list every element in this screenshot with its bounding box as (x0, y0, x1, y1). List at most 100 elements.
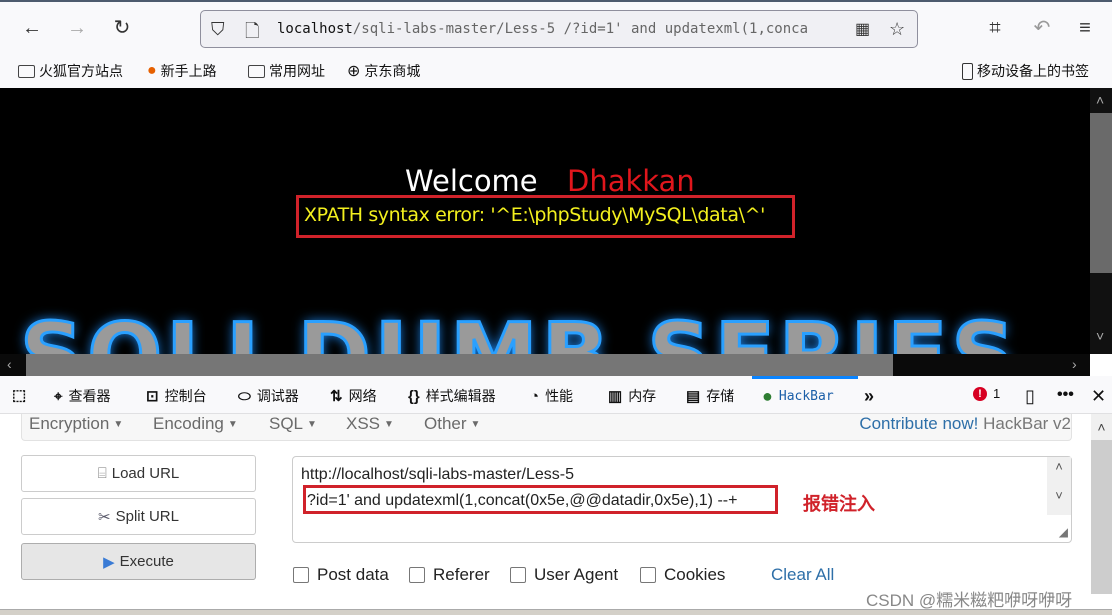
tab-memory[interactable]: ▥ 内存 (608, 386, 656, 406)
tab-style-editor[interactable]: {} 样式编辑器 (408, 386, 496, 406)
hackbar-menu-bar: Encryption ▼ Encoding ▼ SQL ▼ XSS ▼ Other ▼ C… (21, 414, 1072, 441)
hackbar-panel: Encryption ▼ Encoding ▼ SQL ▼ XSS ▼ Other ▼ C… (0, 414, 1112, 615)
menu-icon[interactable]: ≡ (1073, 16, 1097, 40)
menu-xss[interactable]: XSS ▼ (346, 414, 394, 434)
shield-icon[interactable]: ⛉ (211, 19, 225, 40)
payload-highlight-box (303, 485, 778, 514)
error-count[interactable]: ! 1 (973, 386, 1000, 401)
tab-network[interactable]: ⇅ 网络 (330, 386, 377, 406)
bookmark-item[interactable]: ● 新手上路 (147, 61, 217, 81)
more-options-icon[interactable]: ••• (1057, 386, 1074, 404)
annotation-label: 报错注入 (803, 494, 875, 515)
user-agent-checkbox[interactable]: User Agent (510, 565, 618, 585)
tab-label: 样式编辑器 (425, 388, 496, 404)
scrollbar-thumb[interactable] (26, 354, 893, 376)
tab-console[interactable]: ⊡ 控制台 (146, 386, 207, 406)
url-textarea[interactable]: http://localhost/sqli-labs-master/Less-5… (292, 456, 1072, 543)
responsive-mode-icon[interactable]: ▯ (1025, 386, 1035, 407)
error-count-value: 1 (993, 386, 1001, 401)
scrollbar-thumb[interactable] (1090, 113, 1112, 273)
referer-checkbox[interactable]: Referer (409, 565, 490, 585)
close-icon[interactable]: ✕ (1091, 386, 1106, 407)
bookmark-label: 火狐官方站点 (39, 63, 123, 79)
address-bar[interactable]: ⛉ 🗋 localhost/sqli-labs-master/Less-5 /?… (200, 10, 918, 48)
cookies-checkbox[interactable]: Cookies (640, 565, 725, 585)
element-picker-icon[interactable]: ⬚ (12, 386, 26, 404)
undo-icon[interactable]: ↶ (1030, 16, 1054, 40)
mobile-icon (962, 62, 973, 80)
contribute-text[interactable]: Contribute now! (859, 414, 978, 433)
scroll-up-icon[interactable]: ˄ (1047, 459, 1071, 474)
menu-label: Encryption (29, 414, 110, 433)
tab-storage[interactable]: ▤ 存储 (686, 386, 734, 406)
browser-toolbar: ← → ↻ ⛉ 🗋 localhost/sqli-labs-master/Les… (0, 0, 1112, 55)
play-icon: ▶ (103, 553, 115, 571)
bookmark-item[interactable]: ⊕ 京东商城 (347, 61, 420, 81)
tab-label: 调试器 (256, 388, 299, 404)
tab-debugger[interactable]: ⬭ 调试器 (238, 386, 299, 406)
page-vertical-scrollbar[interactable]: ˄ ˅ (1090, 88, 1112, 354)
checkbox[interactable] (409, 567, 425, 583)
scroll-down-icon[interactable]: ˅ (1096, 328, 1104, 344)
checkbox-label: Post data (317, 565, 389, 584)
mobile-bookmarks[interactable]: 移动设备上的书签 (962, 61, 1089, 81)
scroll-left-icon[interactable]: ‹ (7, 356, 12, 372)
bookmark-label: 常用网址 (269, 63, 325, 79)
checkbox[interactable] (640, 567, 656, 583)
checkbox[interactable] (510, 567, 526, 583)
tab-inspector[interactable]: ⌖ 查看器 (54, 386, 110, 406)
bookmark-item[interactable]: 火狐官方站点 (18, 61, 123, 81)
menu-sql[interactable]: SQL ▼ (269, 414, 317, 434)
menu-label: SQL (269, 414, 304, 433)
style-editor-icon: {} (408, 387, 420, 405)
reload-button[interactable]: ↻ (110, 16, 134, 40)
execute-button[interactable]: ▶ Execute (21, 543, 256, 580)
split-url-button[interactable]: ✂ Split URL (21, 498, 256, 535)
load-icon: ⌸ (97, 465, 107, 482)
username-text: Dhakkan (567, 164, 695, 198)
post-data-checkbox[interactable]: Post data (293, 565, 389, 585)
checkbox[interactable] (293, 567, 309, 583)
caret-down-icon: ▼ (470, 419, 481, 431)
qr-code-icon[interactable]: ▦ (855, 19, 870, 39)
menu-label: XSS (346, 414, 381, 433)
textarea-scrollbar[interactable]: ˄ ˅ (1047, 457, 1071, 515)
menu-other[interactable]: Other ▼ (424, 414, 480, 434)
console-icon: ⊡ (146, 388, 159, 405)
star-icon[interactable]: ☆ (889, 19, 905, 40)
back-button[interactable]: ← (20, 16, 44, 40)
caret-down-icon: ▼ (307, 419, 317, 431)
scroll-up-icon[interactable]: ˄ (1096, 92, 1104, 108)
panel-scrollbar[interactable]: ˄ (1091, 414, 1112, 594)
tab-label: 内存 (628, 388, 657, 404)
page-content: Welcome Dhakkan XPATH syntax error: '^E:… (0, 88, 1090, 354)
globe-icon: ⊕ (347, 63, 361, 80)
performance-icon: ◔ (530, 387, 540, 405)
tab-label: 存储 (706, 388, 735, 404)
hackbar-version: HackBar v2 (983, 414, 1071, 433)
status-bar (0, 609, 1112, 615)
load-url-button[interactable]: ⌸ Load URL (21, 455, 256, 492)
clear-all-link[interactable]: Clear All (771, 565, 834, 585)
crop-icon[interactable]: ⌗ (983, 16, 1007, 40)
url-text[interactable]: localhost/sqli-labs-master/Less-5 /?id=1… (277, 21, 842, 37)
bookmark-label: 京东商城 (364, 63, 421, 79)
button-label: Load URL (111, 465, 180, 482)
bookmark-item[interactable]: 常用网址 (248, 61, 325, 81)
contribute-link[interactable]: Contribute now! HackBar v2 (859, 414, 1071, 434)
csdn-watermark: CSDN @糯米糍粑咿呀咿呀 (866, 591, 1073, 610)
forward-button[interactable]: → (65, 16, 89, 40)
menu-encryption[interactable]: Encryption ▼ (29, 414, 123, 434)
scroll-up-icon[interactable]: ˄ (1091, 414, 1112, 440)
scroll-down-icon[interactable]: ˅ (1047, 488, 1071, 503)
scissors-icon: ✂ (98, 508, 111, 526)
page-horizontal-scrollbar[interactable]: ‹ › (0, 354, 1090, 376)
checkbox-label: User Agent (534, 565, 619, 584)
scroll-right-icon[interactable]: › (1072, 356, 1077, 372)
hackbar-icon: ● (762, 386, 773, 406)
menu-encoding[interactable]: Encoding ▼ (153, 414, 238, 434)
more-tabs-icon[interactable]: » (864, 386, 874, 407)
tab-hackbar[interactable]: ● HackBar (752, 376, 858, 414)
tab-performance[interactable]: ◔ 性能 (530, 386, 573, 406)
resize-grip-icon[interactable]: ◢ (1059, 525, 1068, 539)
